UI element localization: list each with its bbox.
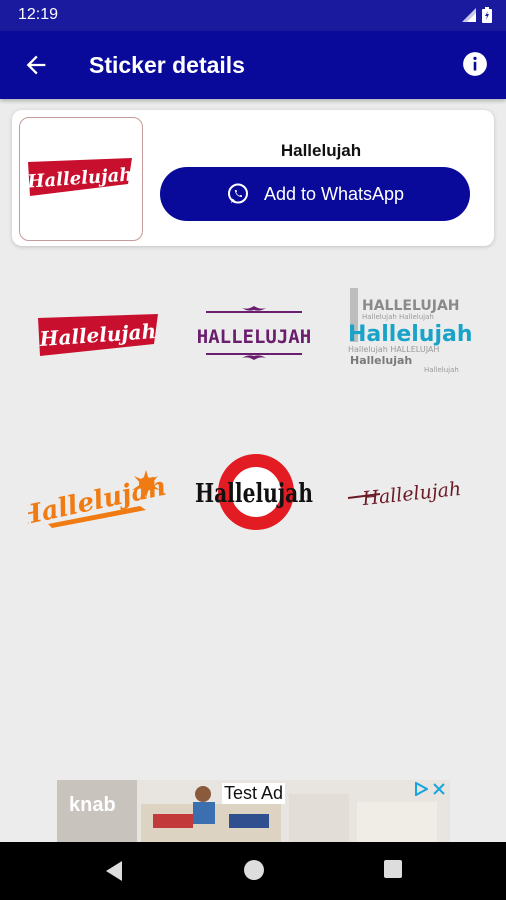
- sticker-3[interactable]: HALLELUJAH Hallelujah Hallelujah Hallelu…: [340, 278, 480, 388]
- sticker-2[interactable]: HALLELUJAH: [184, 278, 324, 388]
- sticker-5[interactable]: Hallelujah: [184, 440, 324, 550]
- sticker-1[interactable]: Hallelujah: [28, 278, 168, 388]
- pack-name: Hallelujah: [280, 141, 362, 160]
- sticker-4[interactable]: Hallelujah: [14, 440, 169, 550]
- cloud-small-3: Hallelujah: [350, 354, 412, 367]
- sticker-2-text: HALLELUJAH: [197, 326, 311, 348]
- blue-word-cloud-sticker: HALLELUJAH Hallelujah Hallelujah Hallelu…: [348, 288, 473, 374]
- app-bar: Sticker details: [0, 31, 506, 99]
- add-to-whatsapp-label: Add to WhatsApp: [263, 183, 405, 204]
- signal-icon: [462, 8, 476, 22]
- add-to-whatsapp-button[interactable]: Add to WhatsApp: [160, 167, 470, 221]
- orange-brush-sticker: Hallelujah: [14, 470, 169, 533]
- nav-home-icon[interactable]: [243, 859, 265, 881]
- nav-recents-icon[interactable]: [383, 859, 403, 879]
- red-banner-sticker: Hallelujah: [38, 314, 158, 356]
- maroon-script-sticker: Hallelujah: [347, 478, 462, 510]
- ad-brand-logo: knab: [69, 794, 116, 816]
- pack-tray-icon: Hallelujah: [19, 117, 143, 241]
- status-time: 12:19: [18, 6, 59, 23]
- info-icon[interactable]: [462, 51, 488, 77]
- close-ad-icon[interactable]: [432, 782, 446, 796]
- ad-choices[interactable]: [414, 782, 446, 796]
- sticker-3-text: Hallelujah: [348, 322, 473, 347]
- back-arrow-icon[interactable]: [22, 51, 50, 79]
- purple-frame-sticker: HALLELUJAH: [197, 306, 311, 360]
- whatsapp-icon: [227, 183, 248, 204]
- sticker-4-text: Hallelujah: [28, 472, 168, 533]
- cloud-top-text: HALLELUJAH: [362, 298, 460, 314]
- sticker-6-text: Hallelujah: [360, 478, 462, 510]
- cloud-small-1: Hallelujah Hallelujah: [362, 313, 434, 321]
- nav-back-icon[interactable]: [102, 859, 124, 883]
- test-ad-label: Test Ad: [222, 783, 286, 804]
- sticker-5-text: Hallelujah: [195, 479, 313, 509]
- ad-choices-icon[interactable]: [414, 782, 428, 796]
- status-bar: 12:19: [0, 0, 506, 31]
- red-banner-thumbnail: Hallelujah: [26, 158, 133, 196]
- cloud-small-2: Hallelujah HALLELUJAH: [348, 345, 439, 354]
- battery-icon: [482, 7, 492, 23]
- status-icons: [462, 7, 492, 23]
- system-nav-bar: [0, 842, 506, 900]
- page-title: Sticker details: [89, 52, 245, 78]
- ad-banner[interactable]: knab Test Ad: [57, 780, 450, 842]
- sticker-pack-card: Hallelujah Hallelujah Add to WhatsApp: [12, 110, 494, 246]
- cloud-small-4: Hallelujah: [424, 366, 459, 374]
- sticker-6[interactable]: Hallelujah: [340, 440, 480, 550]
- black-red-ring-sticker: Hallelujah: [195, 454, 313, 530]
